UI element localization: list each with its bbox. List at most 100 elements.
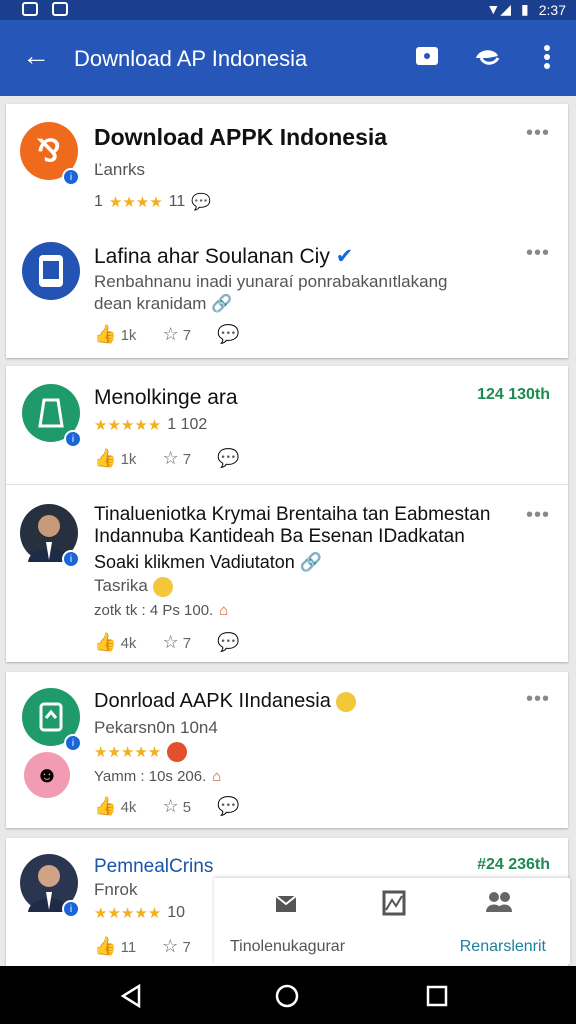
- comment-icon: 💬: [217, 324, 240, 344]
- verified-badge-icon: i: [64, 430, 82, 448]
- feed-card: i Menolkinge ara 124 130th ★★★★★ 1 102 👍…: [6, 366, 568, 662]
- comment-button[interactable]: 💬: [217, 796, 239, 817]
- recents-icon[interactable]: [426, 985, 448, 1007]
- post-title: Donrload AAPK IIndanesia: [94, 690, 357, 713]
- bottom-sheet: Tinolenukagurar Renarslenrit: [214, 878, 570, 964]
- emoji-icon: [167, 742, 188, 762]
- star-button[interactable]: ☆ 7: [162, 936, 191, 957]
- comment-button[interactable]: 💬: [217, 324, 239, 345]
- star-button[interactable]: ☆ 7: [162, 448, 191, 469]
- phone-icon: [39, 255, 63, 287]
- star-button[interactable]: ☆ 7: [162, 324, 191, 345]
- star-button[interactable]: ☆ 7: [162, 632, 191, 653]
- link-icon: 🔗: [299, 552, 323, 572]
- system-nav-bar: [0, 966, 576, 1024]
- battery-icon: ▮: [521, 1, 529, 17]
- back-icon[interactable]: [120, 984, 142, 1008]
- rating-prefix: 1: [94, 193, 103, 210]
- post-title: PemnealCrins: [94, 856, 214, 877]
- thumbs-up-icon: 👍: [94, 796, 117, 816]
- more-vert-icon[interactable]: [532, 42, 562, 72]
- post-body-line2-text: dean kranidam: [94, 294, 207, 313]
- sheet-right-label[interactable]: Renarslenrit: [460, 938, 546, 956]
- emoji-icon: [152, 576, 173, 597]
- post-time: #24 236th: [477, 856, 550, 873]
- avatar: [22, 242, 80, 300]
- post-actions: 👍 1k ☆ 7 💬: [94, 324, 240, 345]
- meta-text: zotk tk : 4 Ps 100.: [94, 602, 214, 619]
- rating-count: 11: [168, 193, 186, 210]
- post-time: 124 130th: [477, 386, 550, 403]
- list-item[interactable]: i Tinalueniotka Krymai Brentaiha tan Eab…: [6, 486, 568, 662]
- feed-card: ⅋ i Download APPK Indonesia ••• Ľanrks 1…: [6, 104, 568, 358]
- more-options-icon[interactable]: •••: [526, 122, 550, 145]
- verified-badge-icon: i: [62, 900, 80, 918]
- like-button[interactable]: 👍 1k: [94, 324, 136, 345]
- feed-card: i ☻ Donrload AAPK IIndanesia ••• Pekarsn…: [6, 672, 568, 828]
- status-bar: ▼◢ ▮ 2:37: [0, 0, 576, 20]
- rating-count: 10: [167, 904, 186, 921]
- people-icon[interactable]: [486, 890, 512, 914]
- emoji-icon: [336, 691, 357, 712]
- rating-row: ★★★★★ 1 102: [94, 416, 207, 434]
- post-title-line1: Tinalueniotka Krymai Brentaiha tan Eabme…: [94, 504, 491, 525]
- thumbs-up-icon: 👍: [94, 936, 117, 956]
- avatar: ☻: [24, 752, 70, 798]
- star-icon: ☆: [162, 936, 179, 956]
- verified-icon: ✔: [335, 245, 354, 268]
- home-icon: ⌂: [212, 768, 222, 785]
- comment-button[interactable]: 💬: [217, 632, 239, 653]
- home-icon[interactable]: [275, 984, 299, 1008]
- app-bar-title: Download AP Indonesia: [74, 46, 308, 71]
- post-subtitle: Fnrok: [94, 880, 138, 899]
- app-logo-icon: ⅋: [37, 134, 61, 168]
- app-logo-icon: [38, 398, 64, 428]
- post-actions: 👍 1k ☆ 7 💬: [94, 448, 240, 469]
- post-author: Tasrika: [94, 576, 173, 597]
- verified-badge-icon: i: [62, 168, 80, 186]
- like-count: 1k: [120, 451, 137, 468]
- post-title: Lafina ahar Soulanan Ciy ✔: [94, 244, 353, 269]
- rating-count: 1 102: [167, 416, 208, 433]
- more-options-icon[interactable]: •••: [526, 504, 550, 527]
- post-title: Download APPK Indonesia: [94, 124, 388, 150]
- comment-icon[interactable]: 💬: [191, 192, 211, 212]
- comment-icon: 💬: [217, 796, 240, 816]
- app-logo-icon: [39, 702, 63, 732]
- rating-stars: ★★★★: [108, 194, 163, 211]
- post-title-text: Donrload AAPK IIndanesia: [94, 690, 331, 712]
- signal-icon: ▼◢: [486, 1, 512, 17]
- list-item[interactable]: ⅋ i Download APPK Indonesia ••• Ľanrks 1…: [6, 104, 568, 224]
- message-icon[interactable]: [412, 42, 442, 72]
- sheet-left-label[interactable]: Tinolenukagurar: [230, 938, 345, 956]
- post-subtitle: Soaki klikmen Vadiutaton 🔗: [94, 552, 322, 573]
- list-item[interactable]: i ☻ Donrload AAPK IIndanesia ••• Pekarsn…: [6, 672, 568, 828]
- like-button[interactable]: 👍 1k: [94, 448, 136, 469]
- post-title-line2: Indannuba Kantideah Ba Esenan IDadkatan: [94, 526, 465, 547]
- back-arrow-icon[interactable]: ←: [22, 42, 50, 70]
- star-icon: ☆: [162, 324, 179, 344]
- list-item[interactable]: Lafina ahar Soulanan Ciy ✔ ••• Renbahnan…: [6, 224, 568, 358]
- share-icon[interactable]: [472, 42, 502, 72]
- mail-icon[interactable]: [274, 892, 298, 916]
- comment-icon: 💬: [217, 632, 240, 652]
- rating-row: ★★★★★ 10: [94, 904, 185, 922]
- rating-stars: ★★★★★: [94, 905, 162, 922]
- rating-row: ★★★★★: [94, 742, 188, 762]
- post-actions: 👍 4k ☆ 5 💬: [94, 796, 240, 817]
- thumbs-up-icon: 👍: [94, 324, 117, 344]
- more-options-icon[interactable]: •••: [526, 688, 550, 711]
- list-item[interactable]: i Menolkinge ara 124 130th ★★★★★ 1 102 👍…: [6, 366, 568, 486]
- like-button[interactable]: 👍 4k: [94, 796, 136, 817]
- star-button[interactable]: ☆ 5: [162, 796, 191, 817]
- comment-button[interactable]: 💬: [217, 448, 239, 469]
- rating-row: 1 ★★★★ 11 💬: [94, 192, 211, 212]
- gallery-icon[interactable]: [382, 890, 406, 916]
- like-button[interactable]: 👍 11: [94, 936, 136, 957]
- rating-stars: ★★★★★: [94, 744, 162, 761]
- more-options-icon[interactable]: •••: [526, 242, 550, 265]
- rating-stars: ★★★★★: [94, 417, 162, 434]
- verified-badge-icon: i: [64, 734, 82, 752]
- like-button[interactable]: 👍 4k: [94, 632, 136, 653]
- image-notification-icon: [52, 2, 68, 16]
